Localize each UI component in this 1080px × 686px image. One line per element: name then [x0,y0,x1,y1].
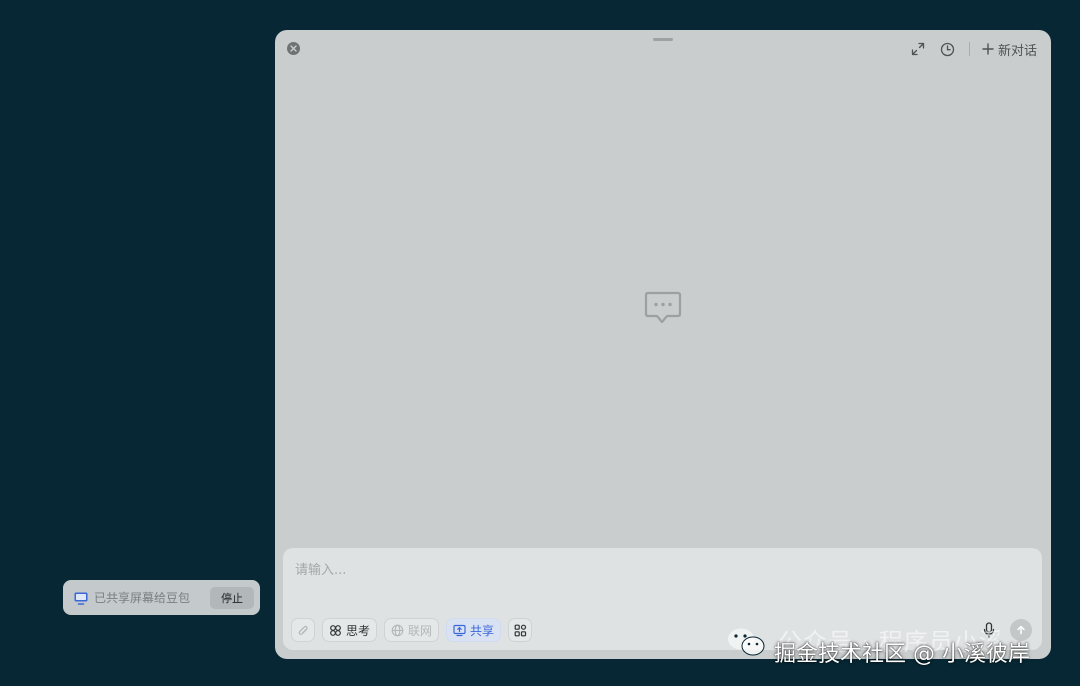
attach-button[interactable] [291,618,315,642]
new-chat-button[interactable]: 新对话 [982,40,1037,59]
window-toolbar: 新对话 [909,38,1037,60]
web-search-toggle[interactable]: 联网 [384,618,440,642]
close-icon [290,45,297,52]
apps-grid-icon [514,624,526,636]
think-toggle[interactable]: 思考 [322,618,378,642]
clock-icon [941,42,955,56]
microphone-button[interactable] [980,621,998,639]
drag-handle[interactable] [653,38,673,41]
toolbar-divider [968,42,970,56]
monitor-icon [74,592,88,605]
share-status-text: 已共享屏幕给豆包 [94,591,191,605]
apps-button[interactable] [508,618,533,642]
expand-button[interactable] [909,40,927,58]
plus-icon [982,43,994,55]
input-panel: 思考 联网 共享 [283,548,1042,650]
atom-icon [330,624,341,636]
stop-sharing-button[interactable]: 停止 [210,586,254,609]
share-toggle[interactable]: 共享 [446,618,502,642]
input-toolbar: 思考 联网 共享 [291,617,533,643]
close-button[interactable] [287,42,300,55]
history-button[interactable] [939,40,957,58]
arrow-up-icon [1017,625,1025,635]
web-label: 联网 [408,623,433,638]
expand-icon [911,42,925,56]
think-label: 思考 [346,623,371,638]
message-input[interactable] [293,556,977,584]
chat-bubble-icon [644,291,682,324]
globe-icon [391,624,404,636]
share-label: 共享 [470,623,495,638]
screen-share-icon [453,624,466,636]
desktop: 新对话 请输入... 思考 联网 共享 已共享屏幕给豆包 停止 公众号 · 程序… [0,0,1080,686]
paperclip-icon [298,625,308,635]
new-chat-label: 新对话 [997,43,1037,59]
chat-window: 新对话 请输入... 思考 联网 共享 [275,30,1051,659]
screen-share-indicator: 已共享屏幕给豆包 停止 [63,580,260,615]
send-button[interactable] [1010,619,1032,641]
microphone-icon [983,622,995,638]
